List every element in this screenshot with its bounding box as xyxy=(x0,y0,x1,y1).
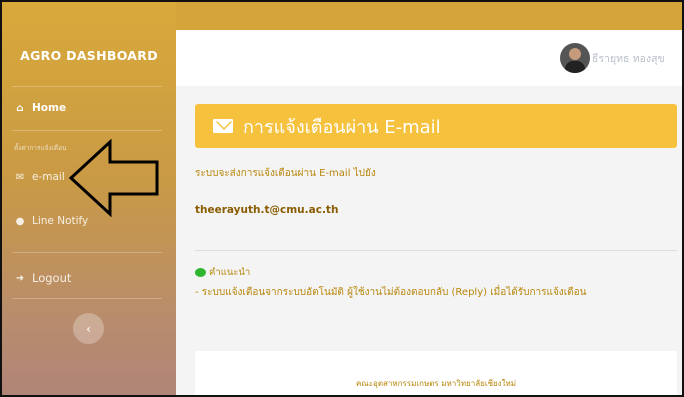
footer-card: คณะอุตสาหกรรมเกษตร มหาวิทยาลัยเชียงใหม่ xyxy=(195,351,677,395)
tip-heading: คำแนะนำ xyxy=(195,265,250,280)
envelope-icon xyxy=(213,119,233,133)
sidebar-divider xyxy=(12,298,162,299)
page-title: การแจ้งเตือนผ่าน E-mail xyxy=(243,116,441,138)
sidebar-divider xyxy=(12,130,162,131)
content-divider xyxy=(195,250,677,251)
main-content: การแจ้งเตือนผ่าน E-mail ระบบจะส่งการแจ้ง… xyxy=(176,86,682,395)
envelope-icon: ✉ xyxy=(15,171,25,183)
topbar: ธีรายุทธ ทองสุข xyxy=(176,30,682,86)
sidebar-item-label: Home xyxy=(32,102,67,114)
sidebar-section-heading: ตั้งค่าการแจ้งเตือน xyxy=(14,144,67,152)
footer-text: คณะอุตสาหกรรมเกษตร มหาวิทยาลัยเชียงใหม่ xyxy=(355,379,517,388)
top-strip xyxy=(176,2,682,30)
sidebar-divider xyxy=(12,86,162,87)
app-window: AGRO DASHBOARD ⌂ Home ตั้งค่าการแจ้งเตือ… xyxy=(0,0,684,397)
sidebar-item-label: Logout xyxy=(32,271,72,285)
chat-bubble-icon: ● xyxy=(15,215,25,227)
left-arrow-annotation-icon xyxy=(68,139,159,217)
sidebar-item-email[interactable]: ✉ e-mail xyxy=(14,171,65,183)
sidebar-toggle-button[interactable]: ‹ xyxy=(73,313,104,344)
email-address: theerayuth.t@cmu.ac.th xyxy=(195,204,339,216)
sidebar-item-logout[interactable]: ➜ Logout xyxy=(14,271,72,285)
sidebar-divider xyxy=(12,252,162,253)
brand-title[interactable]: AGRO DASHBOARD xyxy=(2,48,176,63)
home-icon: ⌂ xyxy=(16,102,24,114)
sidebar-item-home[interactable]: ⌂ Home xyxy=(14,102,66,114)
tip-text: - ระบบแจ้งเตือนจากระบบอัตโนมัติ ผู้ใช้งา… xyxy=(195,287,587,298)
avatar[interactable] xyxy=(560,43,590,73)
sidebar-item-label: e-mail xyxy=(32,171,65,183)
user-name[interactable]: ธีรายุทธ ทองสุข xyxy=(592,50,665,67)
chevron-left-icon: ‹ xyxy=(86,321,91,336)
sign-out-icon: ➜ xyxy=(15,272,25,284)
tip-heading-label: คำแนะนำ xyxy=(209,267,251,278)
chat-bubble-icon xyxy=(195,268,206,277)
intro-text: ระบบจะส่งการแจ้งเตือนผ่าน E-mail ไปยัง xyxy=(195,168,376,179)
page-title-banner: การแจ้งเตือนผ่าน E-mail xyxy=(195,104,677,148)
